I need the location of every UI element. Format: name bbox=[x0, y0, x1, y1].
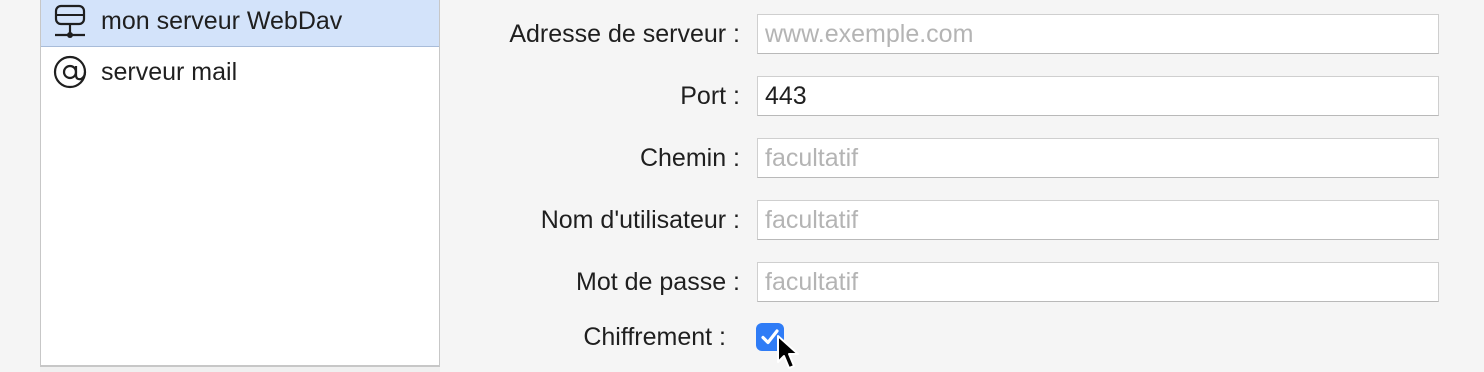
password-label: Mot de passe : bbox=[576, 268, 740, 296]
encryption-label: Chiffrement : bbox=[583, 323, 726, 351]
at-sign-icon bbox=[51, 53, 89, 91]
server-item-mail[interactable]: serveur mail bbox=[41, 47, 439, 97]
port-label: Port : bbox=[680, 82, 740, 110]
path-label: Chemin : bbox=[639, 144, 740, 172]
address-label: Adresse de serveur : bbox=[509, 20, 740, 48]
server-list: mon serveur WebDav serveur mail bbox=[40, 0, 440, 366]
password-row: Mot de passe : bbox=[440, 262, 1440, 302]
encryption-row: Chiffrement : bbox=[440, 317, 1440, 357]
path-input[interactable] bbox=[757, 138, 1439, 178]
port-row: Port : bbox=[440, 76, 1440, 116]
address-row: Adresse de serveur : bbox=[440, 14, 1440, 54]
server-address-input[interactable] bbox=[757, 14, 1439, 54]
server-item-label: mon serveur WebDav bbox=[101, 7, 343, 35]
server-item-webdav[interactable]: mon serveur WebDav bbox=[41, 0, 439, 47]
username-input[interactable] bbox=[757, 200, 1439, 240]
password-input[interactable] bbox=[757, 262, 1439, 302]
list-toolbar bbox=[40, 366, 440, 372]
mouse-pointer-icon bbox=[777, 335, 799, 369]
settings-window: mon serveur WebDav serveur mail Adresse … bbox=[0, 0, 1484, 372]
network-server-icon bbox=[51, 3, 89, 41]
username-row: Nom d'utilisateur : bbox=[440, 200, 1440, 240]
server-item-label: serveur mail bbox=[101, 57, 238, 86]
path-row: Chemin : bbox=[440, 138, 1440, 178]
port-input[interactable] bbox=[757, 76, 1439, 116]
username-label: Nom d'utilisateur : bbox=[540, 206, 740, 234]
